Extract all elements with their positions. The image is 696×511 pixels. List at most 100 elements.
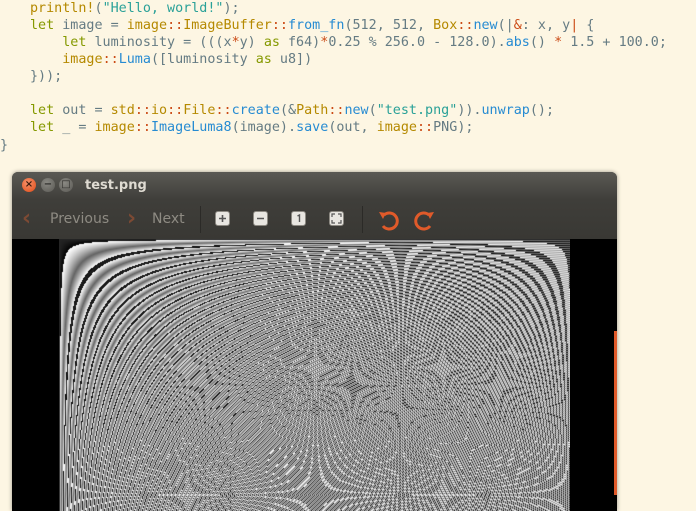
code-token: + (594, 35, 619, 50)
code-token: 0.25 (328, 35, 361, 50)
zoom-out-icon (257, 217, 264, 220)
code-token: let (30, 18, 55, 33)
code-token: :: (134, 103, 151, 118)
code-token: - (425, 35, 450, 50)
code-token: PNG (433, 120, 458, 135)
zoom-in-button[interactable] (215, 211, 230, 226)
code-token: * (554, 35, 563, 50)
displayed-image (59, 239, 570, 511)
code-token: let (30, 103, 55, 118)
vertical-scrollbar[interactable] (614, 331, 617, 495)
minimize-window-button[interactable]: − (41, 178, 55, 192)
code-token: println! (30, 1, 95, 16)
code-token: (); (529, 103, 555, 118)
code-token: )). (457, 103, 482, 118)
code-token: : x, y (521, 18, 571, 33)
code-token: (image). (231, 120, 297, 135)
code-token: ImageLuma8 (150, 120, 232, 135)
code-token: :: (134, 120, 151, 135)
code-token: new (473, 18, 498, 33)
code-token: & (513, 18, 522, 33)
code-token: , (417, 18, 434, 33)
code-token: 128.0 (449, 35, 490, 50)
rotate-left-button[interactable] (376, 208, 400, 232)
code-token: _ = (54, 120, 95, 135)
code-token: luminosity = (((x (86, 35, 232, 50)
code-token: })); (30, 69, 63, 84)
code-token: :: (167, 18, 184, 33)
zoom-out-button[interactable] (253, 211, 268, 226)
code-token: :: (167, 103, 184, 118)
code-token: image = (54, 18, 127, 33)
code-token: f64) (279, 35, 321, 50)
code-token: y) (239, 35, 264, 50)
code-token: :: (417, 120, 434, 135)
code-token: as (255, 52, 272, 67)
code-token: let (30, 120, 55, 135)
toolbar-separator (362, 206, 363, 233)
code-token: io (150, 103, 168, 118)
code-token: "test.png" (376, 103, 458, 118)
code-token: ([luminosity (150, 52, 256, 67)
code-token: :: (457, 18, 474, 33)
code-token: 1.5 (570, 35, 595, 50)
code-token: save (296, 120, 329, 135)
chevron-left-icon: ‹ (22, 206, 32, 231)
code-token: image (126, 18, 168, 33)
code-line: })); (30, 68, 62, 85)
previous-label: Previous (50, 211, 110, 227)
code-token: let (30, 35, 87, 50)
code-token: Box (433, 18, 458, 33)
code-token: ). (489, 35, 506, 50)
toolbar: ‹ Previous › Next (12, 200, 617, 240)
normal-size-button[interactable] (291, 211, 306, 226)
next-button[interactable]: › Next (127, 208, 192, 230)
code-token: { (578, 18, 595, 33)
window-title: test.png (85, 178, 147, 193)
code-token: ; (658, 35, 667, 50)
code-line: println!("Hello, world!"); (30, 0, 240, 17)
code-token: Luma (118, 52, 151, 67)
code-token: ImageBuffer (183, 18, 272, 33)
code-token: :: (271, 18, 288, 33)
titlebar[interactable]: × − □ test.png (12, 172, 617, 200)
code-token: 512 (352, 18, 377, 33)
code-line: let _ = image::ImageLuma8(image).save(ou… (30, 119, 473, 136)
code-line: image::Luma([luminosity as u8]) (30, 51, 312, 68)
code-editor[interactable]: println!("Hello, world!"); let image = im… (0, 0, 696, 172)
code-token: new (344, 103, 369, 118)
code-token: create (231, 103, 280, 118)
code-token: std (110, 103, 135, 118)
close-window-button[interactable]: × (22, 178, 36, 192)
code-token: abs (505, 35, 530, 50)
code-token: "Hello, world!" (102, 1, 224, 16)
code-token: 100.0 (618, 35, 659, 50)
code-line: let luminosity = (((x*y) as f64)*0.25 % … (30, 34, 667, 51)
code-token: image (94, 120, 135, 135)
code-token: , (376, 18, 393, 33)
code-token: :: (328, 103, 345, 118)
code-token: ); (457, 120, 474, 135)
best-fit-button[interactable] (329, 211, 344, 226)
code-token: * (231, 35, 240, 50)
code-token: unwrap (481, 103, 530, 118)
code-line: let image = image::ImageBuffer::from_fn(… (30, 17, 594, 34)
rotate-right-button[interactable] (413, 208, 437, 232)
image-canvas[interactable] (12, 239, 617, 511)
next-label: Next (152, 211, 185, 227)
previous-button[interactable]: ‹ Previous (22, 208, 112, 230)
code-token: out = (54, 103, 111, 118)
code-token: % (360, 35, 385, 50)
chevron-right-icon: › (127, 206, 137, 231)
maximize-window-button[interactable]: □ (59, 178, 73, 192)
code-token: (& (279, 103, 297, 118)
code-token: ( (368, 103, 377, 118)
code-token: from_fn (288, 18, 345, 33)
code-token: 256.0 (384, 35, 426, 50)
closing-brace: } (0, 138, 9, 153)
image-viewer-window[interactable]: × − □ test.png ‹ Previous › Next (12, 172, 617, 511)
code-token: ); (223, 1, 240, 16)
code-token: image (30, 52, 103, 67)
code-token: as (263, 35, 280, 50)
